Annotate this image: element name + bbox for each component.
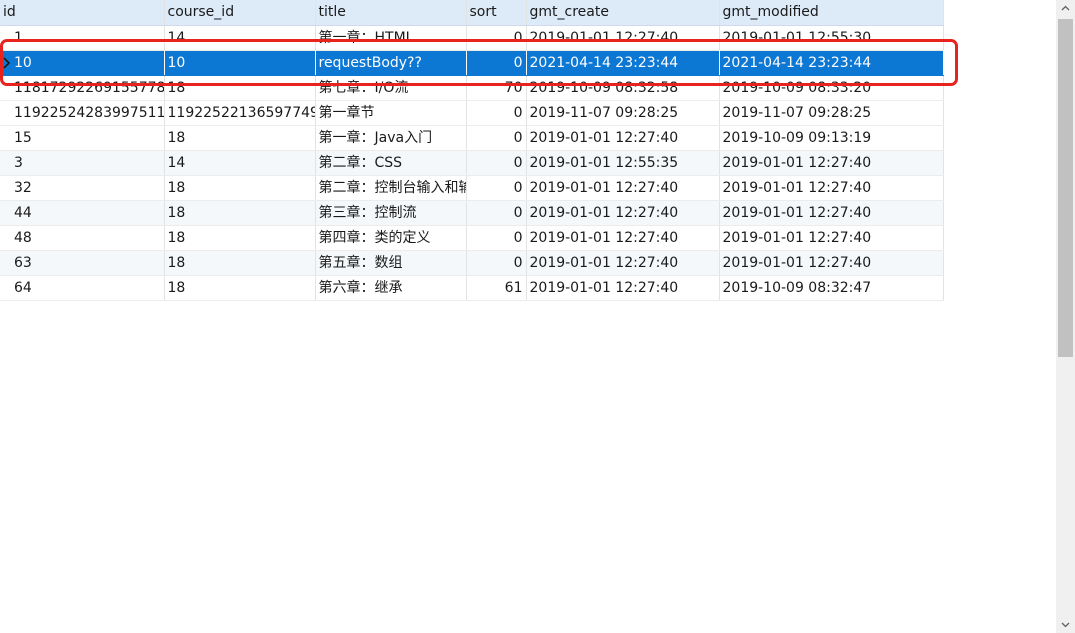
table-row[interactable]: 44 18 第三章：控制流 0 2019-01-01 12:27:40 2019… — [0, 200, 944, 226]
cell-gmt-modified[interactable]: 2019-10-09 09:13:19 — [719, 125, 944, 151]
cell-title[interactable]: 第二章：CSS — [315, 150, 467, 176]
table-row[interactable]: 1192252428399751170 1192252213659774977 … — [0, 100, 944, 126]
cell-sort[interactable]: 0 — [466, 250, 527, 276]
cell-course-id[interactable]: 10 — [164, 50, 316, 76]
cell-gmt-create[interactable]: 2019-01-01 12:27:40 — [526, 200, 720, 226]
cell-title[interactable]: 第四章：类的定义 — [315, 225, 467, 251]
cell-gmt-modified[interactable]: 2019-01-01 12:27:40 — [719, 200, 944, 226]
table-row[interactable]: 3 14 第二章：CSS 0 2019-01-01 12:55:35 2019-… — [0, 150, 944, 176]
cell-title[interactable]: 第五章：数组 — [315, 250, 467, 276]
cell-course-id[interactable]: 18 — [164, 275, 316, 301]
cell-gmt-create[interactable]: 2019-01-01 12:27:40 — [526, 250, 720, 276]
cell-sort[interactable]: 0 — [466, 25, 527, 51]
cell-title[interactable]: requestBody?? — [315, 50, 467, 76]
cell-id[interactable]: 64 — [0, 275, 165, 301]
cell-id-text: 10 — [14, 54, 32, 71]
cell-sort[interactable]: 0 — [466, 125, 527, 151]
cell-course-id[interactable]: 18 — [164, 75, 316, 101]
cell-course-id[interactable]: 18 — [164, 225, 316, 251]
cell-title[interactable]: 第七章：I/O流 — [315, 75, 467, 101]
cell-course-id[interactable]: 18 — [164, 200, 316, 226]
cell-gmt-create[interactable]: 2019-01-01 12:27:40 — [526, 275, 720, 301]
cell-id[interactable]: 32 — [0, 175, 165, 201]
column-header-title[interactable]: title — [315, 0, 467, 26]
table-row[interactable]: 15 18 第一章：Java入门 0 2019-01-01 12:27:40 2… — [0, 125, 944, 151]
cell-title[interactable]: 第六章：继承 — [315, 275, 467, 301]
cell-id[interactable]: 15 — [0, 125, 165, 151]
cell-gmt-modified[interactable]: 2019-01-01 12:27:40 — [719, 150, 944, 176]
cell-gmt-modified[interactable]: 2019-01-01 12:27:40 — [719, 250, 944, 276]
cell-gmt-create[interactable]: 2019-01-01 12:27:40 — [526, 175, 720, 201]
cell-course-id[interactable]: 18 — [164, 175, 316, 201]
table-row[interactable]: 1 14 第一章：HTML 0 2019-01-01 12:27:40 2019… — [0, 25, 944, 51]
column-header-gmt-modified[interactable]: gmt_modified — [719, 0, 944, 26]
table-row[interactable]: 1181729226915577857 18 第七章：I/O流 70 2019-… — [0, 75, 944, 101]
cell-title[interactable]: 第一章：HTML — [315, 25, 467, 51]
cell-gmt-modified[interactable]: 2019-10-09 08:32:47 — [719, 275, 944, 301]
table-row[interactable]: 64 18 第六章：继承 61 2019-01-01 12:27:40 2019… — [0, 275, 944, 301]
cell-course-id[interactable]: 14 — [164, 25, 316, 51]
cell-sort[interactable]: 0 — [466, 225, 527, 251]
cell-id[interactable]: 10 — [0, 50, 165, 76]
table-row[interactable]: 32 18 第二章：控制台输入和输出 0 2019-01-01 12:27:40… — [0, 175, 944, 201]
header-row: id course_id title sort gmt_create gmt_m… — [0, 0, 944, 26]
cell-gmt-modified[interactable]: 2019-10-09 08:33:20 — [719, 75, 944, 101]
cell-id[interactable]: 63 — [0, 250, 165, 276]
cell-gmt-create[interactable]: 2019-01-01 12:27:40 — [526, 225, 720, 251]
cell-sort[interactable]: 0 — [466, 50, 527, 76]
cell-id[interactable]: 44 — [0, 200, 165, 226]
cell-id[interactable]: 1181729226915577857 — [0, 75, 165, 101]
column-header-course-id[interactable]: course_id — [164, 0, 316, 26]
column-header-gmt-create[interactable]: gmt_create — [526, 0, 720, 26]
cell-id[interactable]: 1192252428399751170 — [0, 100, 165, 126]
cell-gmt-modified[interactable]: 2019-11-07 09:28:25 — [719, 100, 944, 126]
cell-title[interactable]: 第一章节 — [315, 100, 467, 126]
cell-sort[interactable]: 0 — [466, 175, 527, 201]
chevron-up-icon[interactable] — [1056, 0, 1075, 17]
cell-course-id[interactable]: 18 — [164, 125, 316, 151]
cell-gmt-modified[interactable]: 2019-01-01 12:55:30 — [719, 25, 944, 51]
cell-id[interactable]: 1 — [0, 25, 165, 51]
cell-sort[interactable]: 0 — [466, 100, 527, 126]
cell-gmt-modified[interactable]: 2019-01-01 12:27:40 — [719, 225, 944, 251]
cell-title[interactable]: 第二章：控制台输入和输出 — [315, 175, 467, 201]
cell-sort[interactable]: 0 — [466, 150, 527, 176]
cell-sort[interactable]: 70 — [466, 75, 527, 101]
cell-gmt-create[interactable]: 2019-01-01 12:27:40 — [526, 125, 720, 151]
table-row[interactable]: 63 18 第五章：数组 0 2019-01-01 12:27:40 2019-… — [0, 250, 944, 276]
chevron-down-icon[interactable] — [1056, 616, 1075, 633]
row-pointer-icon — [3, 56, 11, 69]
vertical-scrollbar[interactable] — [1056, 0, 1075, 633]
cell-course-id[interactable]: 1192252213659774977 — [164, 100, 316, 126]
cell-gmt-create[interactable]: 2019-01-01 12:27:40 — [526, 25, 720, 51]
scrollbar-thumb[interactable] — [1058, 19, 1073, 357]
cell-title[interactable]: 第三章：控制流 — [315, 200, 467, 226]
cell-gmt-modified[interactable]: 2019-01-01 12:27:40 — [719, 175, 944, 201]
cell-course-id[interactable]: 14 — [164, 150, 316, 176]
cell-title[interactable]: 第一章：Java入门 — [315, 125, 467, 151]
cell-id[interactable]: 3 — [0, 150, 165, 176]
column-header-id[interactable]: id — [0, 0, 165, 26]
cell-gmt-modified[interactable]: 2021-04-14 23:23:44 — [719, 50, 944, 76]
cell-id[interactable]: 48 — [0, 225, 165, 251]
cell-gmt-create[interactable]: 2019-10-09 08:32:58 — [526, 75, 720, 101]
cell-gmt-create[interactable]: 2019-01-01 12:55:35 — [526, 150, 720, 176]
table-row-selected[interactable]: 10 10 requestBody?? 0 2021-04-14 23:23:4… — [0, 50, 944, 76]
column-header-sort[interactable]: sort — [466, 0, 527, 26]
cell-gmt-create[interactable]: 2019-11-07 09:28:25 — [526, 100, 720, 126]
cell-course-id[interactable]: 18 — [164, 250, 316, 276]
cell-gmt-create[interactable]: 2021-04-14 23:23:44 — [526, 50, 720, 76]
data-grid: id course_id title sort gmt_create gmt_m… — [0, 0, 944, 301]
cell-sort[interactable]: 61 — [466, 275, 527, 301]
cell-sort[interactable]: 0 — [466, 200, 527, 226]
table-row[interactable]: 48 18 第四章：类的定义 0 2019-01-01 12:27:40 201… — [0, 225, 944, 251]
